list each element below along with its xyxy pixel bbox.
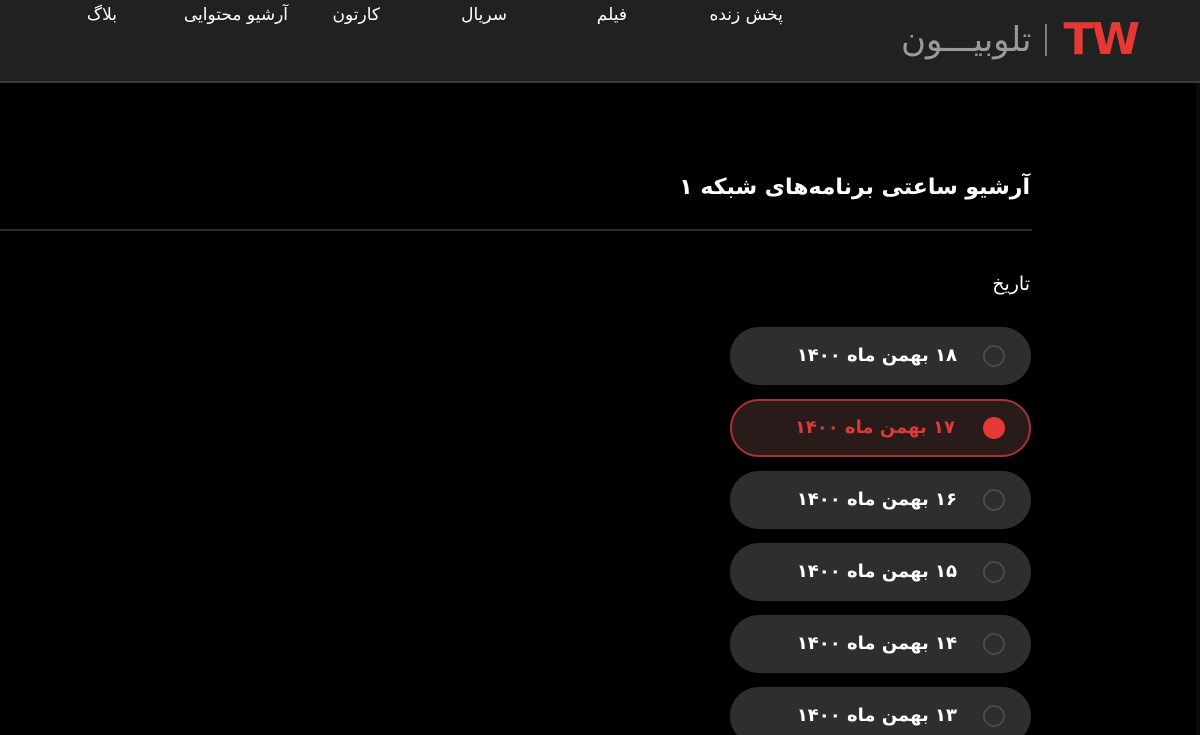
radio-unchecked-icon[interactable] [983, 705, 1005, 727]
nav-item-film[interactable]: فیلم [597, 0, 627, 30]
date-option-label: ۱۵ بهمن ماه ۱۴۰۰ [796, 561, 957, 582]
nav-item-live[interactable]: پخش زنده [709, 0, 783, 30]
nav-item-content-archive[interactable]: آرشیو محتوایی [184, 0, 288, 30]
radio-unchecked-icon[interactable] [983, 561, 1005, 583]
date-option-label: ۱۳ بهمن ماه ۱۴۰۰ [796, 705, 957, 726]
logo-mark: TW [1063, 14, 1140, 65]
title-divider [0, 229, 1032, 231]
page: TW تلوبیـــون پخش زنده فیلم سریال کارتون… [0, 0, 1200, 735]
date-option-label: ۱۴ بهمن ماه ۱۴۰۰ [796, 633, 957, 654]
date-option[interactable]: ۱۶ بهمن ماه ۱۴۰۰ [730, 471, 1031, 529]
scrollbar-track[interactable] [1196, 83, 1200, 735]
site-logo[interactable]: TW تلوبیـــون [901, 14, 1140, 66]
nav-item-cartoon[interactable]: کارتون [333, 0, 380, 30]
date-option[interactable]: ۱۴ بهمن ماه ۱۴۰۰ [730, 615, 1031, 673]
date-option-label: ۱۸ بهمن ماه ۱۴۰۰ [796, 345, 957, 366]
top-header: TW تلوبیـــون پخش زنده فیلم سریال کارتون… [0, 0, 1200, 83]
date-option-label: ۱۶ بهمن ماه ۱۴۰۰ [796, 489, 957, 510]
nav-item-series[interactable]: سریال [461, 0, 507, 30]
date-filter-label: تاریخ [992, 273, 1030, 295]
radio-unchecked-icon[interactable] [983, 345, 1005, 367]
date-option[interactable]: ۱۳ بهمن ماه ۱۴۰۰ [730, 687, 1031, 735]
date-option-label: ۱۷ بهمن ماه ۱۴۰۰ [794, 417, 955, 438]
radio-unchecked-icon[interactable] [983, 633, 1005, 655]
logo-separator [1045, 24, 1048, 56]
date-option[interactable]: ۱۵ بهمن ماه ۱۴۰۰ [730, 543, 1031, 601]
date-options-list: ۱۸ بهمن ماه ۱۴۰۰ ۱۷ بهمن ماه ۱۴۰۰ ۱۶ بهم… [730, 327, 1031, 735]
radio-checked-icon[interactable] [983, 417, 1005, 439]
date-option[interactable]: ۱۷ بهمن ماه ۱۴۰۰ [730, 399, 1031, 457]
radio-unchecked-icon[interactable] [983, 489, 1005, 511]
page-title: آرشیو ساعتی برنامه‌های شبکه ۱ [679, 175, 1030, 200]
date-option[interactable]: ۱۸ بهمن ماه ۱۴۰۰ [730, 327, 1031, 385]
nav-item-blog[interactable]: بلاگ [87, 0, 117, 30]
logo-wordmark: تلوبیـــون [901, 20, 1032, 60]
